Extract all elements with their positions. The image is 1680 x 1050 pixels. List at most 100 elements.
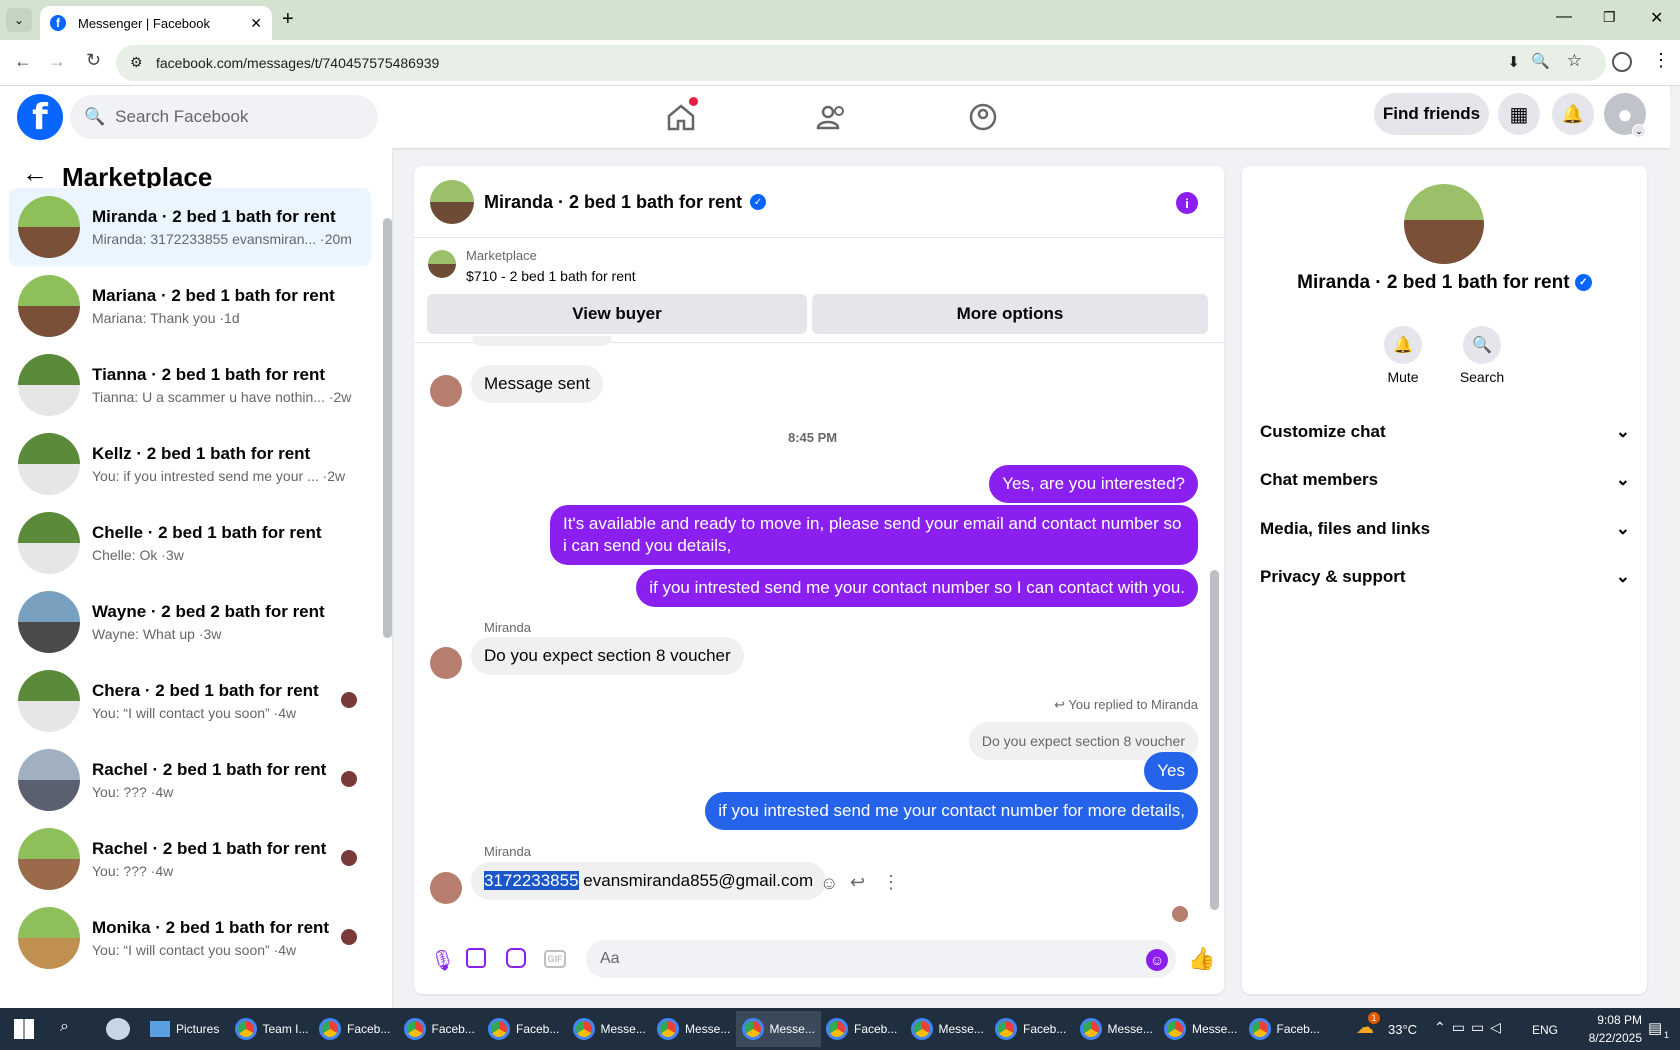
find-friends-button[interactable]: Find friends — [1374, 93, 1489, 135]
gif-icon[interactable]: GIF — [544, 950, 566, 968]
taskbar-app[interactable]: Pictures — [144, 1011, 225, 1047]
taskbar-app[interactable]: Faceb... — [820, 1011, 903, 1047]
conversation-item[interactable]: Rachel · 2 bed 1 bath for rent You: ??? ·… — [9, 741, 371, 819]
back-icon[interactable]: ← — [14, 51, 32, 72]
emoji-icon[interactable]: ☺ — [1146, 949, 1168, 971]
page-scrollbar[interactable] — [1670, 90, 1680, 1008]
conversation-item[interactable]: Wayne · 2 bed 2 bath for rent Wayne: What… — [9, 583, 371, 661]
reply-icon[interactable]: ↩ — [850, 872, 865, 893]
chrome-icon — [403, 1018, 426, 1040]
chat-scrollbar[interactable] — [1210, 570, 1219, 910]
account-chevron-icon[interactable]: ⌄ — [1632, 124, 1646, 138]
url-field[interactable]: ⚙ facebook.com/messages/t/74045757548693… — [116, 45, 1606, 81]
media-files-links-section[interactable]: Media, files and links ⌄ — [1260, 519, 1630, 539]
search-chat-icon[interactable]: 🔍 — [1463, 326, 1501, 364]
windows-start-icon[interactable] — [14, 1019, 34, 1039]
more-actions-icon[interactable]: ⋮ — [882, 872, 900, 893]
conversation-item[interactable]: Chelle · 2 bed 1 bath for rent Chelle: Ok… — [9, 504, 371, 582]
groups-icon[interactable] — [955, 96, 1011, 138]
back-arrow-icon[interactable]: ← — [22, 158, 48, 189]
home-icon[interactable] — [653, 96, 709, 138]
view-buyer-button[interactable]: View buyer — [427, 294, 807, 334]
privacy-support-section[interactable]: Privacy & support ⌄ — [1260, 567, 1630, 587]
conversation-item[interactable]: Mariana · 2 bed 1 bath for rent Mariana: … — [9, 267, 371, 345]
search-label: Search — [1459, 369, 1505, 385]
seen-avatar — [341, 929, 357, 945]
close-window-icon[interactable]: ✕ — [1650, 8, 1663, 28]
minimize-icon[interactable]: — — [1556, 8, 1572, 26]
notifications-bell-icon[interactable]: 🔔 — [1552, 93, 1594, 135]
system-tray-icons[interactable]: ⌃▭▭◁ — [1434, 1019, 1507, 1036]
chevron-down-icon: ⌄ — [1615, 422, 1630, 441]
taskbar-app[interactable]: Faceb... — [482, 1011, 565, 1047]
taskbar-app[interactable]: Messe... — [1158, 1011, 1243, 1047]
forward-icon[interactable]: → — [48, 51, 66, 72]
menu-grid-icon[interactable]: ▦ — [1498, 93, 1540, 135]
tab-list-icon[interactable]: ⌄ — [6, 8, 32, 32]
search-taskbar-icon[interactable]: ⌕ — [60, 1018, 69, 1036]
conversation-item[interactable]: Miranda · 2 bed 1 bath for rent Miranda: … — [9, 188, 371, 266]
taskbar-app-label: Messe... — [1107, 1022, 1153, 1036]
friends-icon[interactable] — [804, 96, 860, 138]
taskbar-app-label: Faceb... — [347, 1022, 391, 1036]
conversation-item[interactable]: Rachel · 2 bed 1 bath for rent You: ??? ·… — [9, 820, 371, 898]
customize-chat-section[interactable]: Customize chat ⌄ — [1260, 422, 1630, 442]
conversation-preview: Mariana: Thank you ·1d — [92, 310, 240, 326]
conversation-item[interactable]: Monika · 2 bed 1 bath for rent You: “I wi… — [9, 899, 371, 977]
close-tab-icon[interactable]: ✕ — [250, 15, 262, 32]
more-options-button[interactable]: More options — [812, 294, 1208, 334]
conversation-item[interactable]: Kellz · 2 bed 1 bath for rent You: if you… — [9, 425, 371, 503]
taskbar-app[interactable]: Messe... — [1074, 1011, 1159, 1047]
mute-bell-icon[interactable]: 🔔 — [1384, 326, 1422, 364]
chrome-icon — [1164, 1018, 1186, 1040]
taskbar-app[interactable]: Team I... — [229, 1011, 315, 1047]
chat-members-section[interactable]: Chat members ⌄ — [1260, 470, 1630, 490]
conversation-item[interactable]: Tianna · 2 bed 1 bath for rent Tianna: U … — [9, 346, 371, 424]
phone-number-selected[interactable]: 3172233855 — [484, 871, 579, 890]
chat-title[interactable]: Miranda · 2 bed 1 bath for rent — [484, 192, 742, 213]
reload-icon[interactable]: ↻ — [86, 50, 101, 71]
profile-icon[interactable] — [1612, 52, 1632, 72]
restore-icon[interactable]: ❐ — [1603, 9, 1616, 26]
taskbar-app-label: Messe... — [600, 1022, 646, 1036]
chat-panel: Miranda · 2 bed 1 bath for rent ✓ i Mark… — [414, 166, 1224, 994]
app-icon[interactable] — [106, 1018, 130, 1040]
zoom-icon[interactable]: 🔍 — [1531, 52, 1550, 70]
listing-title[interactable]: $710 - 2 bed 1 bath for rent — [466, 268, 636, 284]
site-info-icon[interactable]: ⚙ — [130, 54, 143, 71]
sticker-icon[interactable] — [506, 948, 526, 968]
search-facebook-input[interactable]: 🔍 Search Facebook — [70, 95, 378, 139]
browser-tab[interactable]: f Messenger | Facebook ✕ — [40, 6, 272, 40]
partial-bubble — [472, 336, 612, 346]
taskbar-app[interactable]: Messe... — [567, 1011, 652, 1047]
taskbar-app[interactable]: Faceb... — [398, 1011, 481, 1047]
taskbar-app-label: Faceb... — [1276, 1022, 1320, 1036]
install-icon[interactable]: ⬇ — [1507, 53, 1520, 71]
bookmark-star-icon[interactable]: ☆ — [1567, 51, 1582, 71]
notification-center-icon[interactable]: ▤ — [1648, 1019, 1662, 1037]
replied-text: You replied to Miranda — [1068, 697, 1198, 712]
taskbar-app[interactable]: Faceb... — [313, 1011, 396, 1047]
conversation-item[interactable]: Chera · 2 bed 1 bath for rent You: “I wil… — [9, 662, 371, 740]
photo-icon[interactable] — [466, 948, 486, 968]
clock-time[interactable]: 9:08 PM — [1572, 1013, 1642, 1027]
language[interactable]: ENG — [1532, 1023, 1558, 1037]
conversation-preview: Wayne: What up ·3w — [92, 626, 222, 642]
email-text[interactable]: evansmiranda855@gmail.com — [583, 871, 813, 890]
taskbar-app[interactable]: Messe... — [651, 1011, 736, 1047]
info-icon[interactable]: i — [1176, 192, 1198, 214]
taskbar-app[interactable]: Faceb... — [1243, 1011, 1326, 1047]
scrollbar[interactable] — [383, 218, 392, 638]
new-tab-icon[interactable]: + — [282, 8, 294, 31]
taskbar-app[interactable]: Messe... — [735, 1011, 821, 1047]
listing-thumbnail — [428, 250, 456, 278]
microphone-icon[interactable]: 🎙 — [430, 948, 455, 973]
browser-menu-icon[interactable]: ⋮ — [1652, 50, 1670, 71]
clock-date[interactable]: 8/22/2025 — [1566, 1031, 1642, 1045]
facebook-logo-icon[interactable]: f — [17, 94, 63, 140]
react-icon[interactable]: ☺ — [820, 873, 838, 894]
taskbar-app[interactable]: Faceb... — [989, 1011, 1072, 1047]
taskbar-app[interactable]: Messe... — [905, 1011, 990, 1047]
message-input[interactable]: Aa — [586, 940, 1176, 978]
like-thumb-icon[interactable]: 👍 — [1188, 946, 1215, 972]
